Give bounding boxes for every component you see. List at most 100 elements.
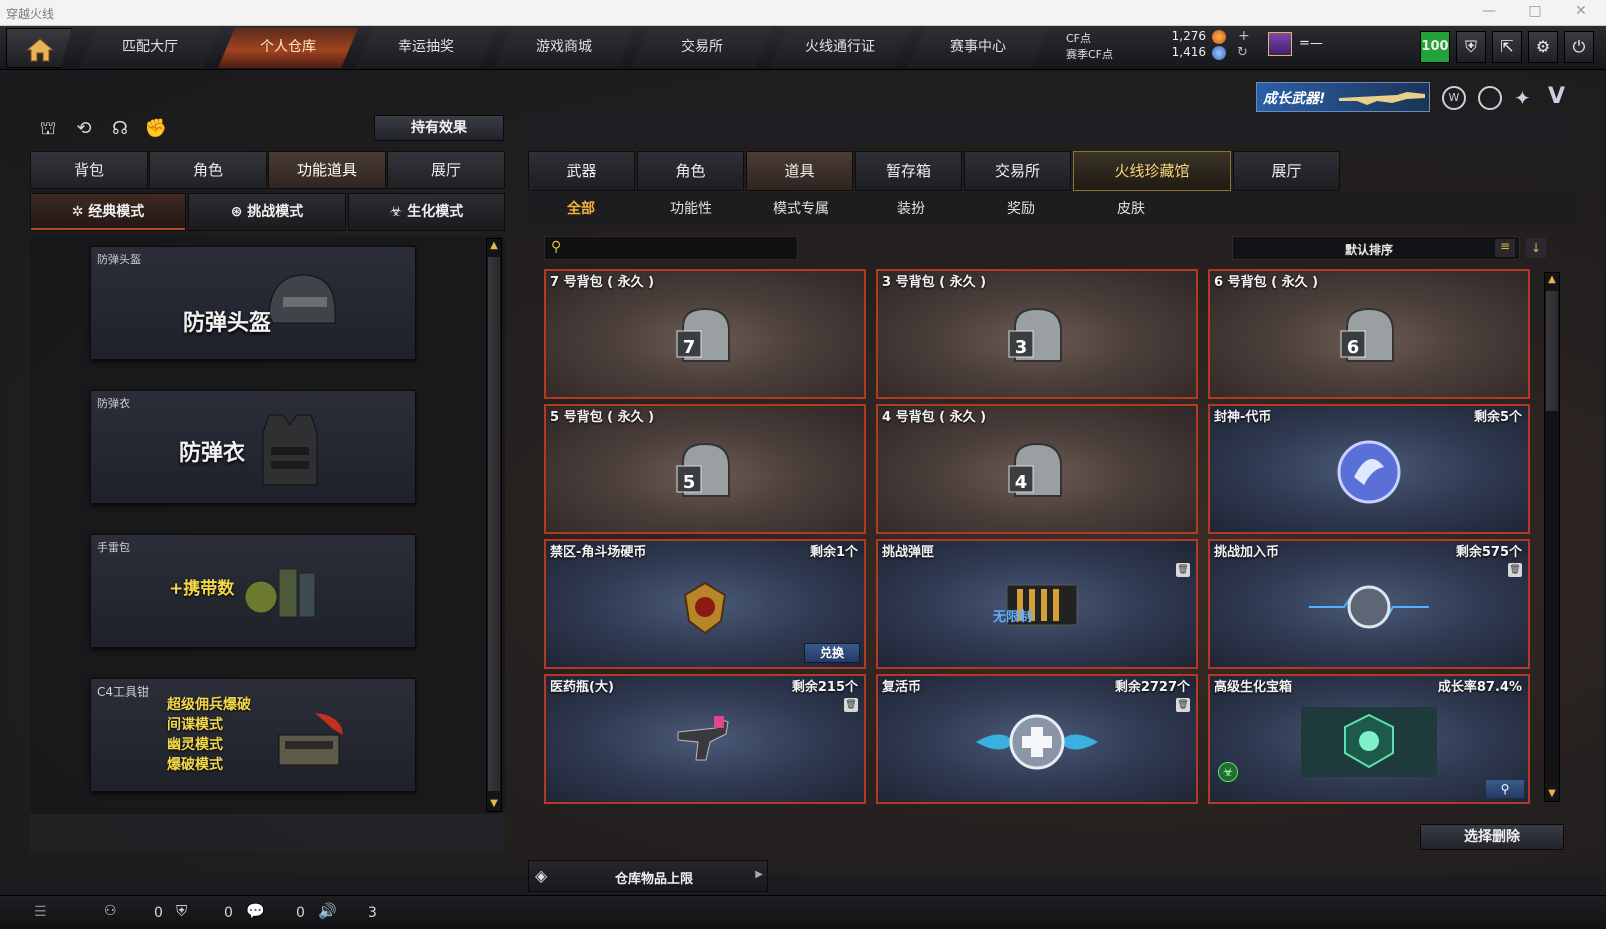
exit-room-icon[interactable]: ⇱ (1492, 31, 1522, 63)
level-badge[interactable]: 100 (1420, 31, 1450, 63)
expand-arrow-icon[interactable]: ▶ (755, 869, 763, 880)
scroll-up-arrow-icon[interactable]: ▲ (487, 239, 501, 253)
card-c4-pliers[interactable]: C4工具钳 超级佣兵爆破 间谍模式 幽灵模式 爆破模式 (90, 678, 416, 792)
subtab-all[interactable]: 全部 (526, 196, 636, 222)
gear-icon[interactable]: ⚙ (1528, 31, 1558, 63)
nav-tab-event-center[interactable]: 赛事中心 (908, 28, 1048, 68)
chat-bubble-icon[interactable]: 💬 (246, 902, 265, 920)
growth-weapon-banner[interactable]: 成长武器! (1256, 82, 1430, 112)
window-title: 穿越火线 (6, 7, 55, 21)
menu-list-icon[interactable]: ☰ (34, 904, 47, 920)
exchange-button[interactable]: 兑换 (804, 643, 860, 663)
subtab-mode-exclusive[interactable]: 模式专属 (746, 196, 856, 222)
bio-chest-icon (1301, 706, 1437, 777)
nav-tab-game-store[interactable]: 游戏商城 (494, 28, 634, 68)
status-value-3: 0 (296, 905, 305, 921)
tab-props[interactable]: 道具 (746, 151, 853, 191)
magnify-icon[interactable]: ⚲ (1486, 780, 1524, 798)
mode-classic[interactable]: ✲ 经典模式 (30, 193, 186, 231)
tab-roles[interactable]: 角色 (637, 151, 744, 191)
item-challenge-magazine[interactable]: 挑战弹匣 🗑 无限制 (876, 539, 1198, 669)
tab-temp-storage[interactable]: 暂存箱 (855, 151, 962, 191)
tab-exhibition[interactable]: 展厅 (1233, 151, 1340, 191)
item-arena-coin[interactable]: 禁区-角斗场硬币 剩余1个 兑换 (544, 539, 866, 669)
power-icon[interactable]: ⏻ (1564, 31, 1594, 63)
stats-icon[interactable]: ⛫ (34, 115, 62, 143)
star-icon[interactable]: ✦ (1514, 86, 1531, 110)
item-name: 医药瓶(大) (550, 680, 614, 695)
trash-icon[interactable]: 🗑 (1176, 698, 1190, 712)
tab-character[interactable]: 角色 (149, 151, 267, 189)
list-icon[interactable]: ≡ (1495, 239, 1515, 257)
item-bag-3[interactable]: 3 号背包 ( 永久 ) 3 (876, 269, 1198, 399)
globe-icon[interactable] (1478, 86, 1502, 110)
nav-tab-match-lobby[interactable]: 匹配大厅 (80, 28, 220, 68)
challenge-mode-icon: ⊛ (230, 204, 248, 220)
c4-mode-line-1: 超级佣兵爆破 (167, 697, 251, 713)
nav-tab-personal-storage[interactable]: 个人仓库 (218, 28, 358, 68)
tab-showroom[interactable]: 展厅 (387, 151, 505, 189)
subtab-skin[interactable]: 皮肤 (1076, 196, 1186, 222)
item-bag-7[interactable]: 7 号背包 ( 永久 ) 7 (544, 269, 866, 399)
scroll-down-arrow-icon[interactable]: ▼ (1545, 787, 1559, 801)
shield-icon[interactable]: ⛨ (1456, 31, 1486, 63)
character-icon[interactable]: ☊ (106, 115, 134, 143)
card-helmet[interactable]: 防弹头盔 防弹头盔 (90, 246, 416, 360)
shield-status-icon[interactable]: ⛨ (176, 902, 187, 920)
subtab-functional[interactable]: 功能性 (636, 196, 746, 222)
select-delete-button[interactable]: 选择删除 (1420, 824, 1564, 850)
tab-backpack[interactable]: 背包 (30, 151, 148, 189)
card-grenade-pack[interactable]: 手雷包 +携带数 (90, 534, 416, 648)
hold-effect-button[interactable]: 持有效果 (374, 115, 504, 141)
item-bag-4[interactable]: 4 号背包 ( 永久 ) 4 (876, 404, 1198, 534)
left-scroll-thumb[interactable] (488, 257, 500, 791)
item-advanced-bio-chest[interactable]: 高级生化宝箱 成长率87.4% ☣ ⚲ (1208, 674, 1530, 804)
mode-challenge[interactable]: ⊛ 挑战模式 (188, 193, 346, 231)
item-medkit-large[interactable]: 医药瓶(大) 剩余215个 🗑 (544, 674, 866, 804)
scroll-up-arrow-icon[interactable]: ▲ (1545, 273, 1559, 287)
search-box[interactable]: ⚲ (544, 236, 798, 260)
grenade-icon[interactable]: ✊ (142, 115, 170, 143)
item-bag-5[interactable]: 5 号背包 ( 永久 ) 5 (544, 404, 866, 534)
trash-icon[interactable]: 🗑 (1176, 563, 1190, 577)
nav-tab-exchange[interactable]: 交易所 (632, 28, 772, 68)
right-scrollbar[interactable]: ▲ ▼ (1544, 272, 1560, 802)
minimize-button[interactable]: — (1474, 3, 1504, 23)
left-scrollbar[interactable]: ▲ ▼ (486, 238, 502, 812)
sort-direction-icon[interactable]: ↓ (1526, 238, 1546, 258)
item-revive-coin[interactable]: 复活币 剩余2727个 🗑 (876, 674, 1198, 804)
tab-trade[interactable]: 交易所 (964, 151, 1071, 191)
top-navigation: 匹配大厅 个人仓库 幸运抽奖 游戏商城 交易所 火线通行证 赛事中心 CF点 赛… (0, 26, 1606, 70)
card-vest[interactable]: 防弹衣 防弹衣 (90, 390, 416, 504)
mode-biochemical[interactable]: ☣ 生化模式 (348, 193, 505, 231)
trash-icon[interactable]: 🗑 (1508, 563, 1522, 577)
subtab-outfit[interactable]: 装扮 (856, 196, 966, 222)
maximize-button[interactable]: □ (1520, 3, 1550, 23)
tab-functional-items[interactable]: 功能道具 (268, 151, 386, 189)
item-fengshen-token[interactable]: 封神-代币 剩余5个 (1208, 404, 1530, 534)
team-icon[interactable]: ⚇ (104, 903, 117, 919)
history-icon[interactable]: ⟲ (70, 115, 98, 143)
weapon-badge-icon[interactable]: W (1442, 86, 1466, 110)
tab-collection-hall[interactable]: 火线珍藏馆 (1073, 151, 1231, 191)
mode-biochemical-label: 生化模式 (407, 204, 464, 220)
refresh-icon[interactable]: ↻ (1237, 45, 1248, 60)
nav-tab-battle-pass[interactable]: 火线通行证 (770, 28, 910, 68)
speaker-icon[interactable]: 🔊 (318, 902, 337, 920)
sort-dropdown[interactable]: 默认排序 ≡ (1232, 236, 1520, 260)
v-logo-icon[interactable]: V (1548, 84, 1565, 109)
scroll-down-arrow-icon[interactable]: ▼ (487, 797, 501, 811)
search-input[interactable] (571, 238, 791, 258)
nav-tab-lucky-draw[interactable]: 幸运抽奖 (356, 28, 496, 68)
trash-icon[interactable]: 🗑 (844, 698, 858, 712)
home-button[interactable] (6, 28, 72, 68)
subtab-reward[interactable]: 奖励 (966, 196, 1076, 222)
storage-limit-bar[interactable]: ◈ 仓库物品上限 ▶ (528, 860, 768, 892)
item-bag-6[interactable]: 6 号背包 ( 永久 ) 6 (1208, 269, 1530, 399)
right-scroll-thumb[interactable] (1546, 291, 1558, 411)
add-cf-icon[interactable]: + (1238, 28, 1250, 44)
item-challenge-join-coin[interactable]: 挑战加入币 剩余575个 🗑 (1208, 539, 1530, 669)
tab-weapons[interactable]: 武器 (528, 151, 635, 191)
mode-classic-label: 经典模式 (88, 204, 145, 220)
close-button[interactable]: ✕ (1566, 3, 1596, 23)
